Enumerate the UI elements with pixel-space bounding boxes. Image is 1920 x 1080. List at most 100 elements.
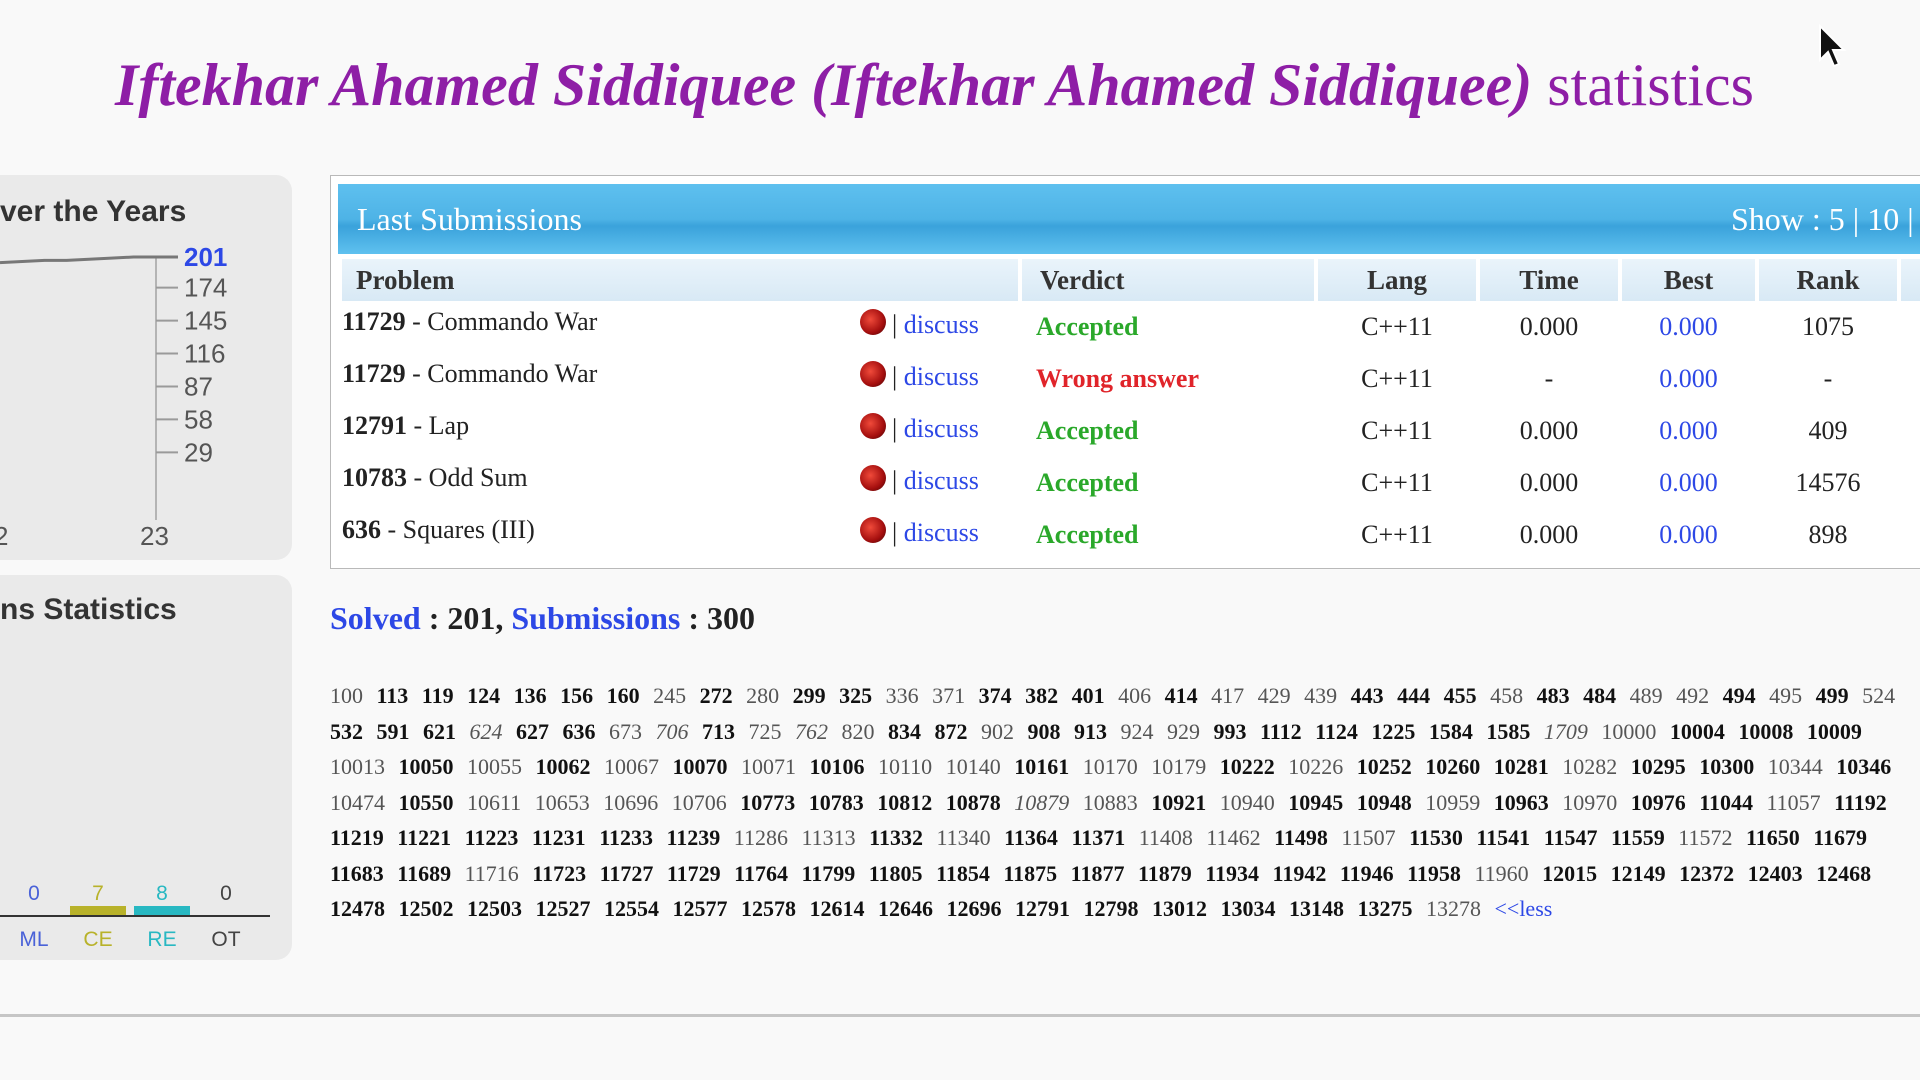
discuss-link[interactable]: discuss xyxy=(904,414,979,443)
problem-number-link[interactable]: 11371 xyxy=(1071,825,1125,850)
problem-number-link[interactable]: 11233 xyxy=(599,825,653,850)
problem-number-link[interactable]: 10179 xyxy=(1151,754,1206,779)
problem-number-link[interactable]: 10071 xyxy=(741,754,796,779)
show-option-10[interactable]: 10 xyxy=(1867,201,1899,237)
problem-link[interactable]: 636 - Squares (III) xyxy=(342,515,535,545)
problem-number-link[interactable]: 10940 xyxy=(1220,790,1275,815)
problem-number-link[interactable]: 621 xyxy=(423,719,456,744)
problem-number-link[interactable]: 532 xyxy=(330,719,363,744)
problem-number-link[interactable]: 11689 xyxy=(397,861,451,886)
problem-number-link[interactable]: 13275 xyxy=(1358,896,1413,921)
problem-number-link[interactable]: 11716 xyxy=(465,861,519,886)
problem-number-link[interactable]: 10170 xyxy=(1083,754,1138,779)
discuss-link[interactable]: discuss xyxy=(904,310,979,339)
problem-number-link[interactable]: 11408 xyxy=(1139,825,1193,850)
best-cell[interactable]: 0.000 xyxy=(1622,353,1755,405)
problem-number-link[interactable]: 11364 xyxy=(1004,825,1058,850)
problem-number-link[interactable]: 495 xyxy=(1769,683,1802,708)
best-cell[interactable]: 0.000 xyxy=(1622,301,1755,353)
problem-number-link[interactable]: 483 xyxy=(1537,683,1570,708)
problem-number-link[interactable]: 11683 xyxy=(330,861,384,886)
problem-number-link[interactable]: 13012 xyxy=(1152,896,1207,921)
problem-number-link[interactable]: 492 xyxy=(1676,683,1709,708)
problem-number-link[interactable]: 11498 xyxy=(1274,825,1328,850)
problem-number-link[interactable]: 11507 xyxy=(1341,825,1395,850)
problem-number-link[interactable]: 12798 xyxy=(1084,896,1139,921)
problem-number-link[interactable]: 336 xyxy=(886,683,919,708)
problem-number-link[interactable]: 12403 xyxy=(1748,861,1803,886)
problem-number-link[interactable]: 11231 xyxy=(532,825,586,850)
problem-number-link[interactable]: 299 xyxy=(793,683,826,708)
problem-number-link[interactable]: 156 xyxy=(560,683,593,708)
problem-number-link[interactable]: 636 xyxy=(563,719,596,744)
problem-number-link[interactable]: 10474 xyxy=(330,790,385,815)
problem-number-link[interactable]: 12149 xyxy=(1611,861,1666,886)
problem-number-link[interactable]: 11313 xyxy=(801,825,855,850)
problem-number-link[interactable]: 10106 xyxy=(810,754,865,779)
problem-number-link[interactable]: 489 xyxy=(1630,683,1663,708)
problem-number-link[interactable]: 10706 xyxy=(672,790,727,815)
problem-number-link[interactable]: 10110 xyxy=(878,754,932,779)
discuss-link[interactable]: discuss xyxy=(904,362,979,391)
problem-number-link[interactable]: 10013 xyxy=(330,754,385,779)
problem-number-link[interactable]: 12502 xyxy=(399,896,454,921)
problem-number-link[interactable]: 484 xyxy=(1583,683,1616,708)
problem-number-link[interactable]: 455 xyxy=(1444,683,1477,708)
problem-number-link[interactable]: 11879 xyxy=(1138,861,1192,886)
problem-number-link[interactable]: 11462 xyxy=(1206,825,1260,850)
problem-number-link[interactable]: 11044 xyxy=(1699,790,1753,815)
problem-number-link[interactable]: 10976 xyxy=(1631,790,1686,815)
problem-number-link[interactable]: 280 xyxy=(746,683,779,708)
problem-number-link[interactable]: 10696 xyxy=(603,790,658,815)
problem-number-link[interactable]: 443 xyxy=(1351,683,1384,708)
problem-number-link[interactable]: 929 xyxy=(1167,719,1200,744)
problem-number-link[interactable]: 725 xyxy=(749,719,782,744)
bug-report-icon[interactable] xyxy=(860,413,886,439)
problem-number-link[interactable]: 924 xyxy=(1121,719,1154,744)
problem-number-link[interactable]: 11729 xyxy=(667,861,721,886)
solved-label[interactable]: Solved xyxy=(330,600,421,636)
problem-number-link[interactable]: 10611 xyxy=(467,790,521,815)
problem-number-link[interactable]: 10009 xyxy=(1807,719,1862,744)
problem-number-link[interactable]: 100 xyxy=(330,683,363,708)
problem-number-link[interactable]: 11877 xyxy=(1071,861,1125,886)
problem-link[interactable]: 12791 - Lap xyxy=(342,411,469,441)
problem-number-link[interactable]: 11239 xyxy=(666,825,720,850)
problem-number-link[interactable]: 913 xyxy=(1074,719,1107,744)
problem-number-link[interactable]: 11541 xyxy=(1476,825,1530,850)
problem-number-link[interactable]: 417 xyxy=(1211,683,1244,708)
problem-number-link[interactable]: 374 xyxy=(979,683,1012,708)
problem-link[interactable]: 11729 - Commando War xyxy=(342,307,597,337)
problem-number-link[interactable]: 10008 xyxy=(1738,719,1793,744)
problem-number-link[interactable]: 414 xyxy=(1165,683,1198,708)
problem-number-link[interactable]: 11650 xyxy=(1746,825,1800,850)
problem-number-link[interactable]: 499 xyxy=(1816,683,1849,708)
problem-number-link[interactable]: 1584 xyxy=(1429,719,1473,744)
best-cell[interactable]: 0.000 xyxy=(1622,405,1755,457)
problem-number-link[interactable]: 11958 xyxy=(1407,861,1461,886)
problem-number-link[interactable]: 10055 xyxy=(467,754,522,779)
problem-number-link[interactable]: 12614 xyxy=(810,896,865,921)
problem-number-link[interactable]: 10281 xyxy=(1494,754,1549,779)
problem-number-link[interactable]: 11723 xyxy=(532,861,586,886)
problem-number-link[interactable]: 12372 xyxy=(1679,861,1734,886)
problem-number-link[interactable]: 406 xyxy=(1118,683,1151,708)
problem-number-link[interactable]: 713 xyxy=(702,719,735,744)
problem-number-link[interactable]: 401 xyxy=(1072,683,1105,708)
problem-number-link[interactable]: 706 xyxy=(656,719,689,744)
problem-number-link[interactable]: 11219 xyxy=(330,825,384,850)
problem-number-link[interactable]: 11547 xyxy=(1544,825,1598,850)
problem-number-link[interactable]: 113 xyxy=(377,683,409,708)
problem-number-link[interactable]: 136 xyxy=(514,683,547,708)
problem-number-link[interactable]: 10773 xyxy=(740,790,795,815)
problem-number-link[interactable]: 12577 xyxy=(673,896,728,921)
problem-number-link[interactable]: 762 xyxy=(795,719,828,744)
problem-number-link[interactable]: 371 xyxy=(932,683,965,708)
problem-number-link[interactable]: 1709 xyxy=(1544,719,1588,744)
problem-number-link[interactable]: 444 xyxy=(1397,683,1430,708)
problem-number-link[interactable]: 10883 xyxy=(1083,790,1138,815)
show-option-5[interactable]: 5 xyxy=(1829,201,1845,237)
problem-number-link[interactable]: 11854 xyxy=(936,861,990,886)
problem-number-link[interactable]: 124 xyxy=(467,683,500,708)
problem-number-link[interactable]: 10004 xyxy=(1670,719,1725,744)
